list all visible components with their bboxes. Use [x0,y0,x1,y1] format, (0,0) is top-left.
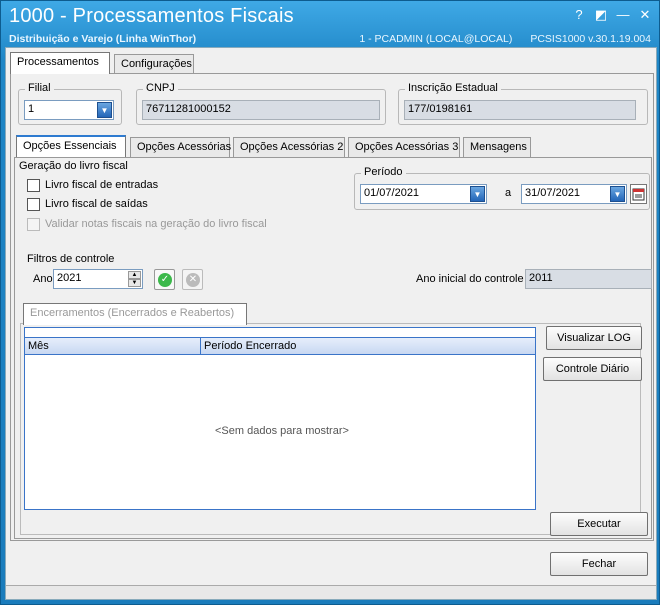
client-area: Processamentos Configurações Filial 1 ▼ C… [5,47,657,600]
ie-field[interactable]: 177/0198161 [404,100,636,120]
check-icon: ✓ [158,273,172,287]
restore-icon[interactable]: ◩ [593,7,609,23]
tab-opcoes-essenciais[interactable]: Opções Essenciais [16,135,126,157]
saidas-checkbox[interactable] [27,198,40,211]
filial-label: Filial [25,82,54,94]
fechar-button[interactable]: Fechar [550,552,648,576]
tab-mensagens[interactable]: Mensagens [463,137,531,157]
periodo-start-value: 01/07/2021 [364,187,420,199]
periodo-end-value: 31/07/2021 [525,187,581,199]
ano-spinner[interactable]: 2021 ▲ ▼ [53,269,143,289]
chevron-down-icon[interactable]: ▼ [470,186,485,202]
cnpj-field[interactable]: 76711281000152 [142,100,380,120]
controle-diario-button[interactable]: Controle Diário [543,357,642,381]
ie-group: Inscrição Estadual 177/0198161 [398,82,648,125]
window-title: 1000 - Processamentos Fiscais [9,5,294,27]
cnpj-label: CNPJ [143,82,178,94]
session-info: 1 - PCADMIN (LOCAL@LOCAL) PCSIS1000 v.30.… [341,33,651,45]
close-button[interactable]: ✕ [637,7,653,23]
chevron-down-icon[interactable]: ▼ [610,186,625,202]
confirm-button[interactable]: ✓ [154,269,175,290]
saidas-label: Livro fiscal de saídas [45,198,148,210]
grid-empty-message: <Sem dados para mostrar> [215,425,349,437]
app-window: 1000 - Processamentos Fiscais Distribuiç… [0,0,660,605]
tab-encerramentos[interactable]: Encerramentos (Encerrados e Reabertos) [23,303,247,325]
cnpj-group: CNPJ 76711281000152 [136,82,386,125]
encerramentos-panel: Mês Período Encerrado <Sem dados para mo… [20,323,642,535]
status-bar [6,585,656,599]
ano-label: Ano [33,273,53,285]
spin-up-icon[interactable]: ▲ [128,271,141,279]
entradas-label: Livro fiscal de entradas [45,179,159,191]
encerramentos-grid[interactable]: Mês Período Encerrado <Sem dados para mo… [24,327,536,510]
entradas-checkbox[interactable] [27,179,40,192]
periodo-end-select[interactable]: 31/07/2021 ▼ [521,184,627,204]
cancel-button[interactable]: ✕ [182,269,203,290]
user-info: 1 - PCADMIN (LOCAL@LOCAL) [359,33,513,45]
minimize-button[interactable]: — [615,7,631,23]
spin-down-icon[interactable]: ▼ [128,279,141,287]
grid-header: Mês Período Encerrado [25,337,535,355]
tab-opcoes-acessorias-3[interactable]: Opções Acessórias 3 [348,137,460,157]
filial-select[interactable]: 1 ▼ [24,100,114,120]
filial-value: 1 [28,103,35,115]
filial-group: Filial 1 ▼ [18,82,122,125]
col-periodo[interactable]: Período Encerrado [204,340,296,352]
periodo-sep: a [505,187,512,199]
window-subtitle: Distribuição e Varejo (Linha WinThor) [9,33,197,45]
validar-checkbox[interactable] [27,218,40,231]
x-icon: ✕ [186,273,200,287]
col-mes[interactable]: Mês [28,340,49,352]
periodo-group: Período 01/07/2021 ▼ a 31/07/2021 ▼ [354,166,650,210]
tab-opcoes-acessorias-2[interactable]: Opções Acessórias 2 [233,137,345,157]
tab-processamentos[interactable]: Processamentos [10,52,110,74]
executar-button[interactable]: Executar [550,512,648,536]
version-info: PCSIS1000 v.30.1.19.004 [530,33,651,45]
ano-value: 2021 [57,272,82,284]
ano-inicial-field[interactable]: 2011 [525,269,652,289]
periodo-label: Período [361,166,406,178]
geracao-title: Geração do livro fiscal [19,160,128,172]
filtros-title: Filtros de controle [27,253,115,265]
tab-configuracoes[interactable]: Configurações [114,54,194,74]
help-icon[interactable]: ? [571,7,587,23]
ano-inicial-label: Ano inicial do controle [416,273,524,285]
processamentos-page: Filial 1 ▼ CNPJ 76711281000152 Inscrição … [10,73,654,541]
calendar-icon[interactable] [630,184,647,204]
periodo-start-select[interactable]: 01/07/2021 ▼ [360,184,487,204]
validar-label: Validar notas fiscais na geração do livr… [45,218,267,230]
opcoes-essenciais-page: Geração do livro fiscal Livro fiscal de … [14,157,652,539]
column-divider [200,338,201,354]
chevron-down-icon[interactable]: ▼ [97,102,112,118]
visualizar-log-button[interactable]: Visualizar LOG [546,326,642,350]
ie-label: Inscrição Estadual [405,82,501,94]
tab-opcoes-acessorias[interactable]: Opções Acessórias [130,137,231,157]
